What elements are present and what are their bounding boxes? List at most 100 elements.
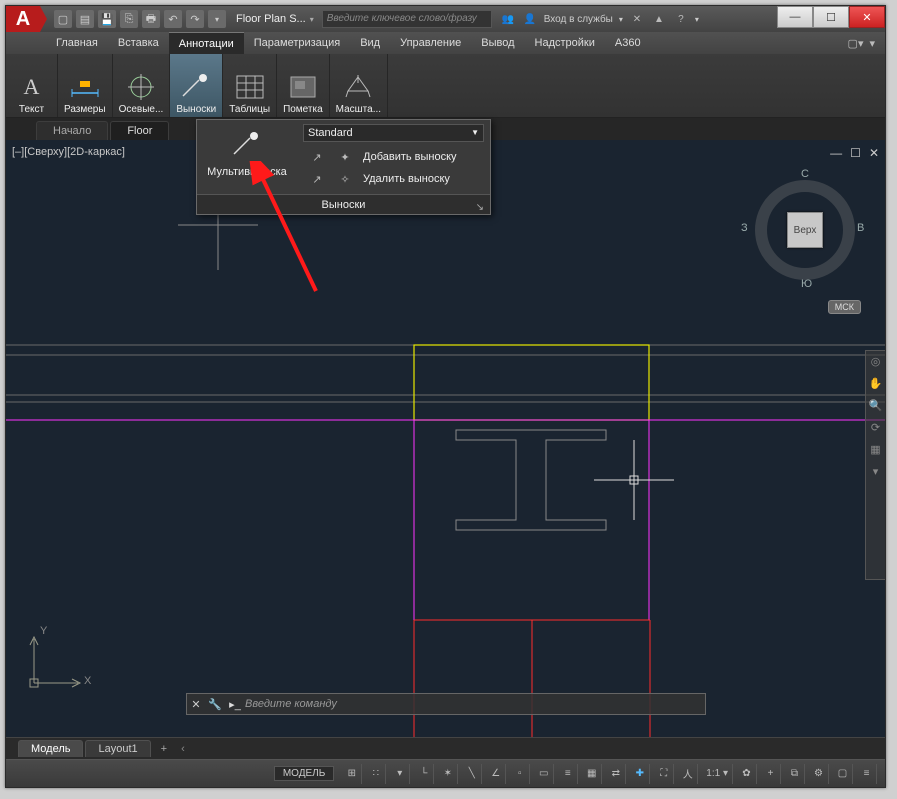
sb-osnap-icon[interactable]: ∠ [486, 764, 506, 784]
title-dropdown-icon[interactable]: ▾ [310, 15, 314, 24]
sb-annoauto-icon[interactable]: ⛶ [654, 764, 674, 784]
statusbar-model-toggle[interactable]: МОДЕЛЬ [274, 766, 334, 781]
sb-3dosnap-icon[interactable]: ▫ [510, 764, 530, 784]
qat-dd-icon[interactable]: ▾ [208, 10, 226, 28]
cmdline-prompt-icon: ▸_ [225, 698, 245, 711]
sb-isoview-icon[interactable]: ⧉ [785, 764, 805, 784]
sb-scale[interactable]: 1:1 ▾ [702, 764, 733, 784]
menu-parametric[interactable]: Параметризация [244, 32, 350, 54]
navbar-showmotion-icon[interactable]: ▦ [869, 443, 883, 461]
ribbon-markup-label: Пометка [283, 104, 323, 115]
dd-expand-icon[interactable]: ↘ [476, 198, 484, 218]
navbar-zoom-icon[interactable]: 🔍 [869, 399, 883, 417]
dd-remove-label: Удалить выноску [363, 173, 450, 185]
qat-save-icon[interactable]: 💾 [98, 10, 116, 28]
menu-annotate[interactable]: Аннотации [169, 32, 244, 54]
layout-tab-layout1[interactable]: Layout1 [85, 740, 150, 757]
menu-addins[interactable]: Надстройки [525, 32, 605, 54]
qat-undo-icon[interactable]: ↶ [164, 10, 182, 28]
signin-icon[interactable]: 👤 [522, 11, 538, 27]
cmdline-config-icon[interactable]: 🔧 [205, 698, 225, 711]
remove-leader-icon2: ✧ [335, 173, 355, 186]
menu-insert[interactable]: Вставка [108, 32, 169, 54]
navbar-pan-icon[interactable]: ✋ [869, 377, 883, 395]
ribbon-scale[interactable]: Масшта... [330, 54, 388, 117]
navbar-more-icon[interactable]: ▾ [869, 465, 883, 483]
menu-output[interactable]: Вывод [471, 32, 524, 54]
sb-cycling-icon[interactable]: ⇄ [606, 764, 626, 784]
menu-expand-icon[interactable]: ▾ [869, 37, 875, 50]
navbar-orbit-icon[interactable]: ⟳ [869, 421, 883, 439]
multileader-icon [230, 128, 264, 162]
sb-plus-icon[interactable]: + [761, 764, 781, 784]
menu-featured-apps-icon[interactable]: ▢▾ [848, 37, 864, 50]
ribbon-tables[interactable]: Таблицы [223, 54, 277, 117]
dd-multileader-button[interactable]: Мультивыноска [197, 120, 297, 194]
qat-open-icon[interactable]: ▤ [76, 10, 94, 28]
status-bar: МОДЕЛЬ ⊞ ∷ ▾ └ ✶ ╲ ∠ ▫ ▭ ≡ ▦ ⇄ ✚ ⛶ 人 1:1… [6, 759, 885, 787]
infocenter-icon[interactable]: 👥 [500, 11, 516, 27]
sb-cleanscreen-icon[interactable]: ▢ [833, 764, 853, 784]
help-dd-icon[interactable]: ▾ [695, 15, 699, 24]
help-icon[interactable]: ? [673, 11, 689, 27]
dd-footer[interactable]: Выноски ↘ [197, 194, 490, 214]
ribbon-markup[interactable]: Пометка [277, 54, 330, 117]
sb-iso-icon[interactable]: ╲ [462, 764, 482, 784]
sb-hardware-icon[interactable]: ⚙ [809, 764, 829, 784]
menu-bar: Главная Вставка Аннотации Параметризация… [6, 32, 885, 54]
keyword-search-input[interactable]: Введите ключевое слово/фразу [322, 10, 492, 28]
doctab-start[interactable]: Начало [36, 121, 108, 140]
minimize-button[interactable]: — [777, 6, 813, 28]
sb-snap-icon[interactable]: ∷ [366, 764, 386, 784]
sb-gear-icon[interactable]: ✿ [737, 764, 757, 784]
sb-grid-icon[interactable]: ⊞ [342, 764, 362, 784]
sb-polar-icon[interactable]: ✶ [438, 764, 458, 784]
navigation-bar[interactable]: ◎ ✋ 🔍 ⟳ ▦ ▾ [865, 350, 885, 580]
menu-a360[interactable]: A360 [605, 32, 651, 54]
close-button[interactable]: ✕ [849, 6, 885, 28]
dd-add-leader[interactable]: ↗ ✦ Добавить выноску [303, 146, 484, 168]
qat-print-icon[interactable]: 🖶 [142, 10, 160, 28]
table-icon [233, 70, 267, 104]
doctab-floor[interactable]: Floor [110, 121, 169, 140]
sb-transparency-icon[interactable]: ▦ [582, 764, 602, 784]
exchange-icon[interactable]: ✕ [629, 11, 645, 27]
sb-infer-icon[interactable]: ▾ [390, 764, 410, 784]
navbar-wheel-icon[interactable]: ◎ [869, 355, 883, 373]
ribbon-text[interactable]: A Текст [6, 54, 58, 117]
qat-redo-icon[interactable]: ↷ [186, 10, 204, 28]
dd-style-select[interactable]: Standard ▼ [303, 124, 484, 142]
dd-remove-leader[interactable]: ↗ ✧ Удалить выноску [303, 168, 484, 190]
menu-view[interactable]: Вид [350, 32, 390, 54]
ribbon-leader[interactable]: Выноски [170, 54, 223, 117]
menu-main[interactable]: Главная [46, 32, 108, 54]
ribbon-dimension[interactable]: Размеры [58, 54, 113, 117]
sb-otrack-icon[interactable]: ▭ [534, 764, 554, 784]
dd-multileader-label: Мультивыноска [201, 166, 293, 178]
ribbon-centermark[interactable]: Осевые... [113, 54, 171, 117]
qat-saveas-icon[interactable]: ⎘ [120, 10, 138, 28]
layout-tab-scroll-icon[interactable]: ‹ [177, 743, 189, 755]
sb-ortho-icon[interactable]: └ [414, 764, 434, 784]
ribbon-leader-label: Выноски [176, 104, 216, 115]
cmdline-close-icon[interactable]: ✕ [187, 698, 205, 711]
ribbon-dimension-label: Размеры [64, 104, 106, 115]
dd-add-label: Добавить выноску [363, 151, 457, 163]
signin-dd-icon[interactable]: ▾ [619, 15, 623, 24]
maximize-button[interactable]: ☐ [813, 6, 849, 28]
qat-new-icon[interactable]: ▢ [54, 10, 72, 28]
quick-access-toolbar: ▢ ▤ 💾 ⎘ 🖶 ↶ ↷ ▾ [54, 10, 226, 28]
dd-footer-label: Выноски [322, 199, 366, 211]
sb-annomon-icon[interactable]: ✚ [630, 764, 650, 784]
a360-icon[interactable]: ▲ [651, 11, 667, 27]
command-line[interactable]: ✕ 🔧 ▸_ Введите команду [186, 693, 706, 715]
signin-label[interactable]: Вход в службы [544, 14, 613, 25]
sb-custom-icon[interactable]: ≡ [857, 764, 877, 784]
sb-annodd-icon[interactable]: 人 [678, 764, 698, 784]
app-logo[interactable]: A [6, 6, 40, 32]
menu-manage[interactable]: Управление [390, 32, 471, 54]
layout-tab-model[interactable]: Модель [18, 740, 83, 757]
drawing-canvas[interactable]: [–][Сверху][2D-каркас] — ☐ ✕ Верх С Ю З … [6, 140, 885, 737]
sb-lweight-icon[interactable]: ≡ [558, 764, 578, 784]
layout-tab-add-icon[interactable]: + [153, 743, 175, 755]
